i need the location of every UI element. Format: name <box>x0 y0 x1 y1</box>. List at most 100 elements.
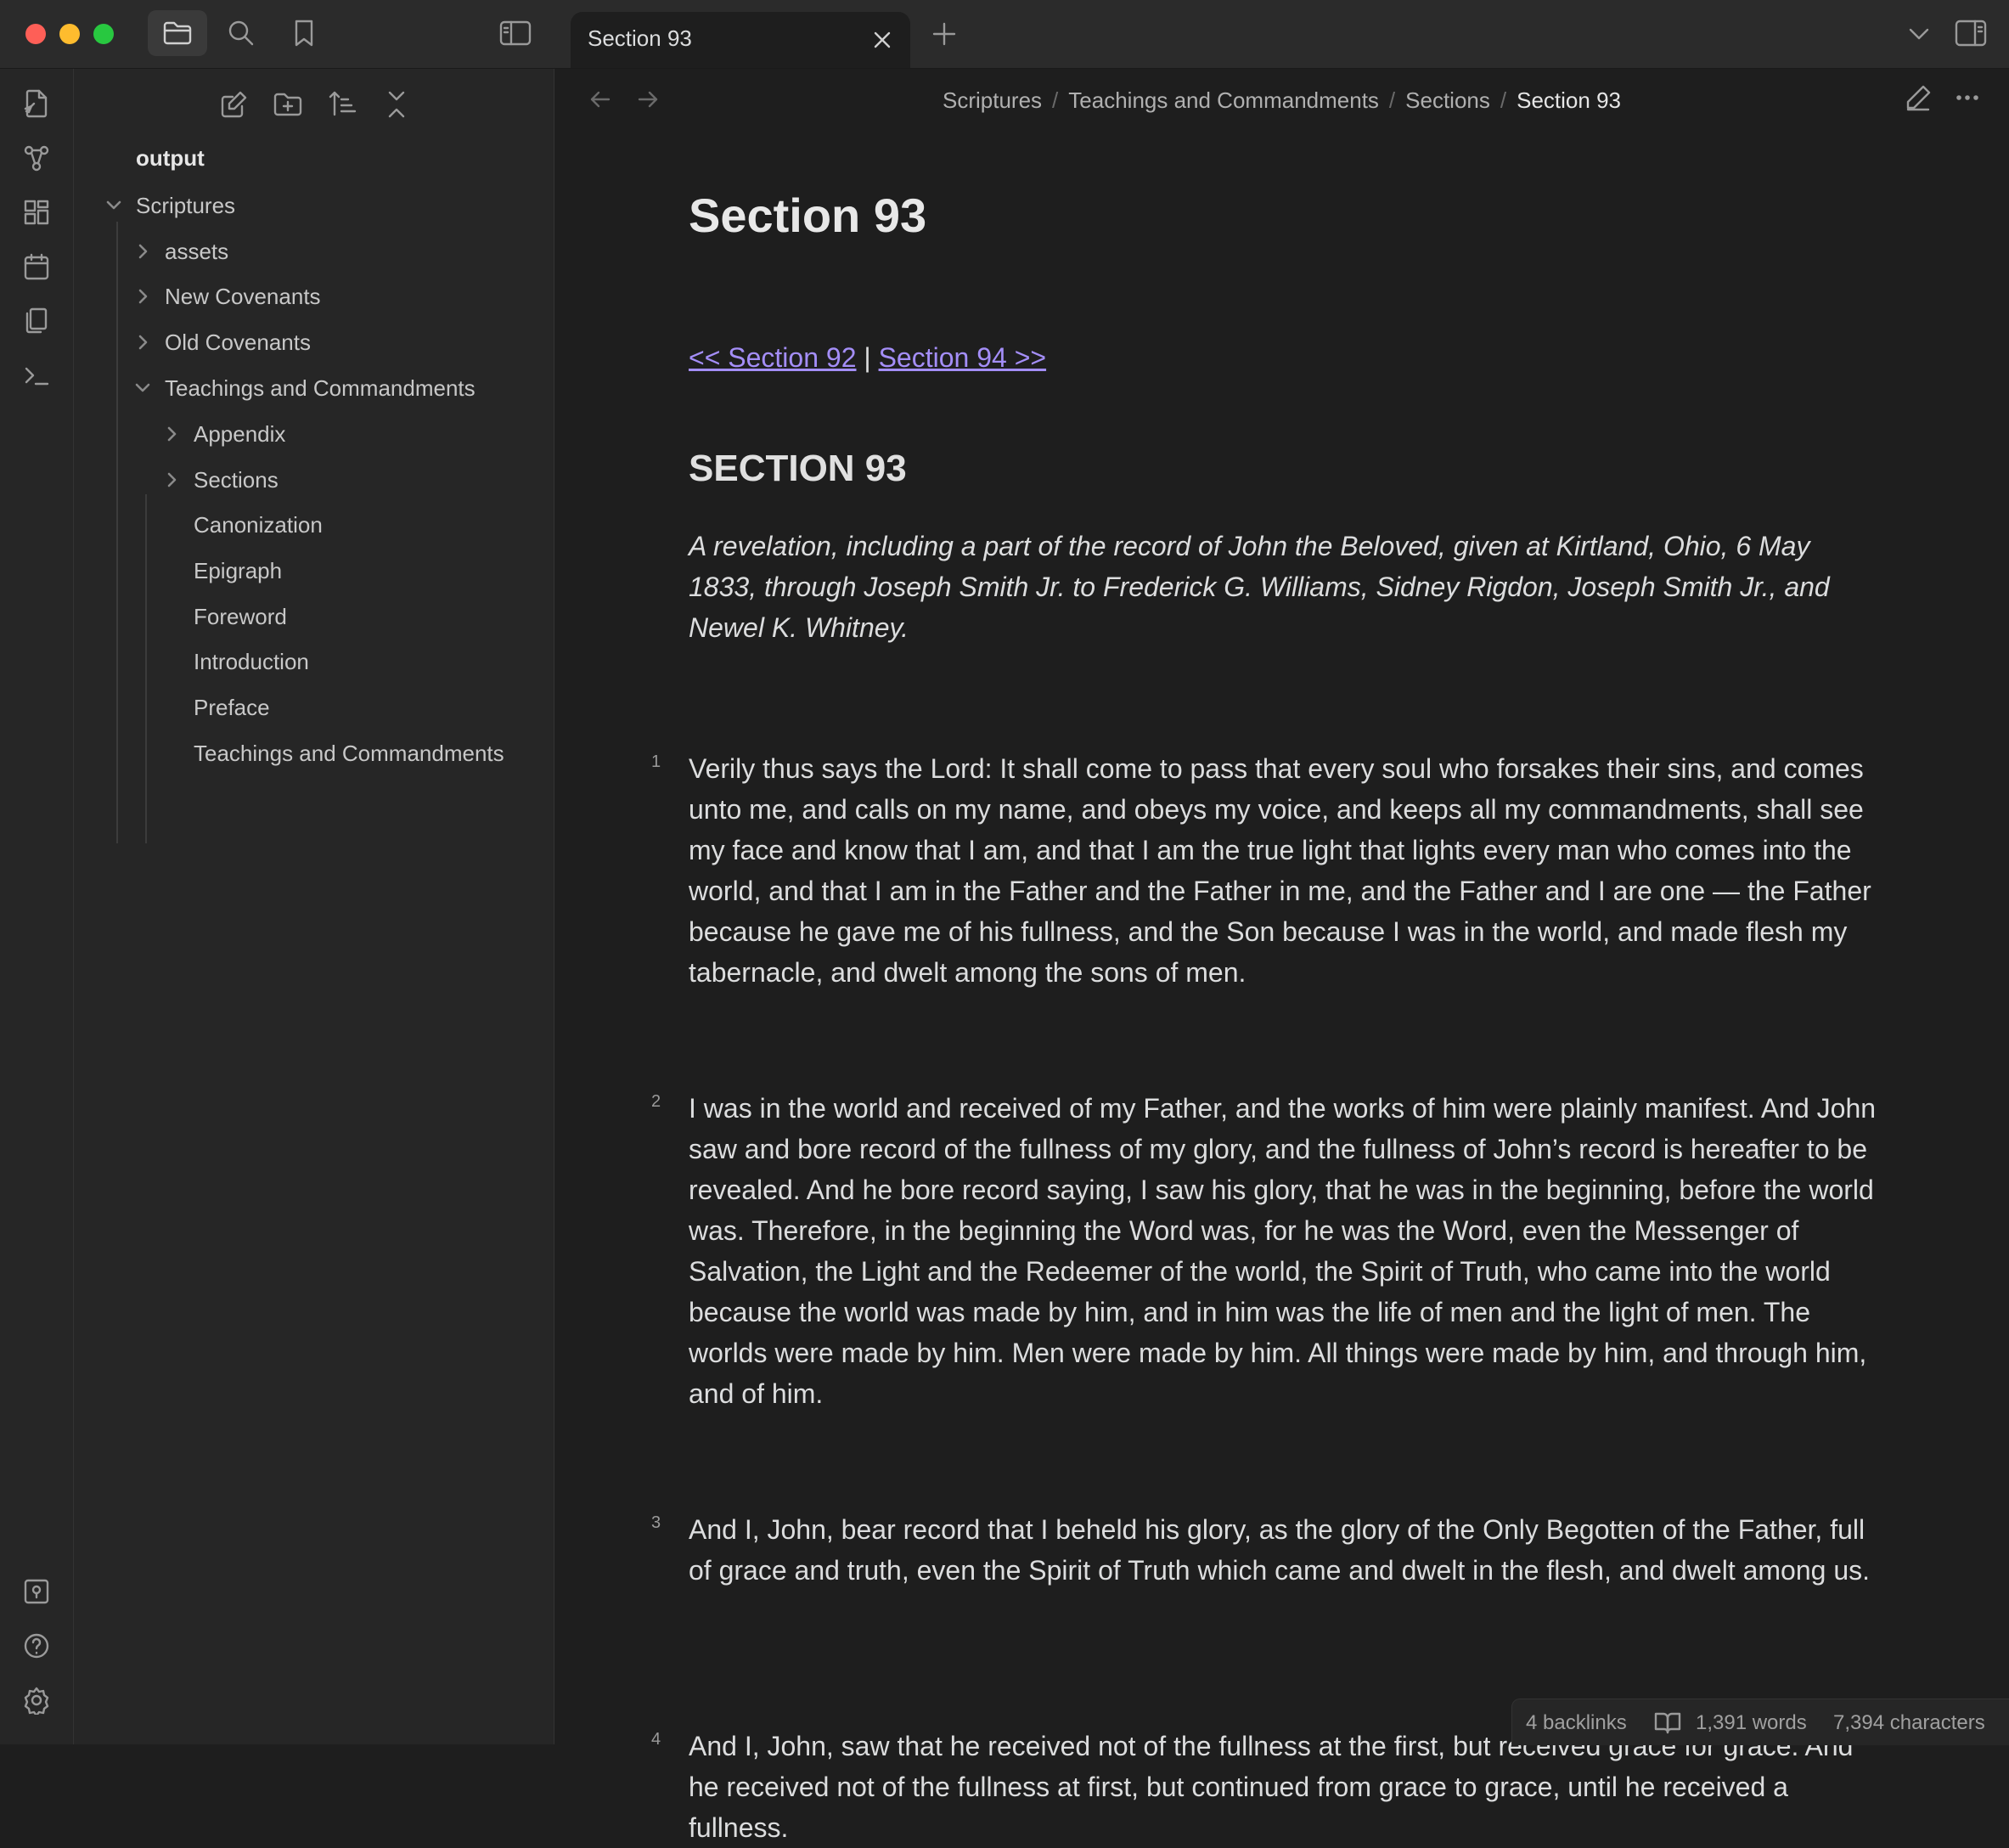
collapse-all-button[interactable] <box>378 86 415 123</box>
help-button[interactable] <box>19 1628 54 1664</box>
new-note-button[interactable] <box>215 86 252 123</box>
folder-new-covenants[interactable]: New Covenants <box>165 284 321 310</box>
daily-note-icon <box>24 253 49 280</box>
editor-pane: Scriptures / Teachings and Commandments / Se… <box>554 69 2009 1843</box>
verse-number: 1 <box>651 752 661 771</box>
verse-text: Verily thus says the Lord: It shall come… <box>689 753 1871 988</box>
canvas-icon <box>24 200 49 225</box>
folder-sections[interactable]: Sections <box>194 467 279 493</box>
breadcrumb-separator: / <box>1388 87 1396 113</box>
breadcrumb-teachings-and-commandments[interactable]: Teachings and Commandments <box>1068 87 1379 113</box>
canvas-button[interactable] <box>19 194 54 230</box>
window-maximize-button[interactable] <box>93 24 114 44</box>
folder-scriptures[interactable]: Scriptures <box>136 193 235 219</box>
verse-number: 3 <box>651 1513 661 1532</box>
daily-note-button[interactable] <box>19 249 54 285</box>
chevron-down-icon[interactable] <box>133 379 152 397</box>
more-options-button[interactable] <box>1952 82 1986 116</box>
templates-icon <box>25 307 48 334</box>
folder-appendix[interactable]: Appendix <box>194 421 285 448</box>
section-summary: A revelation, including a part of the re… <box>689 531 1830 643</box>
section-heading: SECTION 93 <box>689 448 907 489</box>
close-tab-button[interactable] <box>871 29 893 51</box>
plus-icon <box>932 22 956 46</box>
folder-old-covenants[interactable]: Old Covenants <box>165 330 311 356</box>
file-foreword[interactable]: Foreword <box>194 604 287 630</box>
title-bar: Section 93 <box>0 0 2009 69</box>
tab-list-button[interactable] <box>1904 19 1934 49</box>
right-sidebar-icon <box>1955 20 1987 47</box>
graph-view-icon <box>24 145 49 172</box>
verse: 3 And I, John, bear record that I beheld… <box>651 1509 1877 1591</box>
file-preface[interactable]: Preface <box>194 695 270 721</box>
verse-text: And I, John, bear record that I beheld h… <box>689 1514 1871 1586</box>
status-bar: 4 backlinks 1,391 words 7,394 characters <box>1511 1699 2009 1745</box>
tab-title: Section 93 <box>588 25 692 51</box>
new-folder-button[interactable] <box>269 86 307 123</box>
files-tab-button[interactable] <box>148 10 207 56</box>
backlinks-count[interactable]: 4 backlinks <box>1526 1711 1627 1735</box>
search-tab-button[interactable] <box>216 10 267 56</box>
terminal-button[interactable] <box>19 358 54 393</box>
sort-button[interactable] <box>324 86 361 123</box>
help-icon <box>24 1633 49 1659</box>
close-icon <box>874 31 891 48</box>
settings-button[interactable] <box>19 1682 54 1718</box>
folder-teachings-and-commandments[interactable]: Teachings and Commandments <box>165 375 476 402</box>
open-quick-switcher-icon <box>24 89 48 118</box>
search-icon <box>228 20 254 46</box>
terminal-icon <box>25 367 49 386</box>
chevron-right-icon[interactable] <box>162 425 181 443</box>
templates-button[interactable] <box>19 303 54 339</box>
character-count: 7,394 characters <box>1833 1711 1985 1734</box>
folder-assets[interactable]: assets <box>165 239 228 265</box>
breadcrumb-current[interactable]: Section 93 <box>1517 87 1621 113</box>
bookmarks-tab-button[interactable] <box>279 10 329 56</box>
chevron-right-icon[interactable] <box>133 242 152 261</box>
edit-mode-button[interactable] <box>1903 82 1937 116</box>
chevron-right-icon[interactable] <box>162 470 181 489</box>
toggle-left-sidebar-button[interactable] <box>489 10 542 56</box>
tree-indent-guide <box>145 494 147 843</box>
window-close-button[interactable] <box>25 24 46 44</box>
vault-name[interactable]: output <box>136 145 205 172</box>
chevron-right-icon[interactable] <box>133 333 152 352</box>
open-quick-switcher-button[interactable] <box>19 86 54 121</box>
tab-section-93[interactable]: Section 93 <box>571 12 910 68</box>
file-epigraph[interactable]: Epigraph <box>194 558 282 584</box>
breadcrumb: Scriptures / Teachings and Commandments / Se… <box>554 87 2009 114</box>
next-section-link[interactable]: Section 94 >> <box>879 342 1046 373</box>
sidebar-toggle-icon <box>499 20 532 46</box>
link-divider: | <box>864 342 871 373</box>
vault-switcher-button[interactable] <box>19 1574 54 1609</box>
breadcrumb-separator: / <box>1052 87 1059 113</box>
verse: 2 I was in the world and received of my … <box>651 1088 1877 1414</box>
more-horizontal-icon <box>1956 95 1978 100</box>
verse-text: I was in the world and received of my Fa… <box>689 1093 1877 1409</box>
reading-mode-button[interactable] <box>1653 1710 1682 1735</box>
book-open-icon <box>1654 1712 1681 1734</box>
breadcrumb-sections[interactable]: Sections <box>1405 87 1490 113</box>
new-folder-icon <box>273 93 302 116</box>
collapse-all-icon <box>388 91 405 118</box>
graph-view-button[interactable] <box>19 140 54 176</box>
settings-icon <box>24 1687 49 1715</box>
chevron-down-icon[interactable] <box>104 196 123 215</box>
word-count: 1,391 words <box>1696 1711 1807 1734</box>
new-note-icon <box>221 91 247 118</box>
verse-number: 4 <box>651 1730 661 1749</box>
ribbon <box>0 69 74 1744</box>
file-canonization[interactable]: Canonization <box>194 512 323 538</box>
toggle-right-sidebar-button[interactable] <box>1953 15 1989 51</box>
new-tab-button[interactable] <box>927 17 961 51</box>
file-introduction[interactable]: Introduction <box>194 649 309 675</box>
file-teachings-and-commandments[interactable]: Teachings and Commandments <box>194 741 504 767</box>
tree-indent-guide <box>116 222 118 843</box>
previous-section-link[interactable]: << Section 92 <box>689 342 856 373</box>
pencil-icon <box>1906 85 1931 111</box>
breadcrumb-scriptures[interactable]: Scriptures <box>943 87 1042 113</box>
breadcrumb-separator: / <box>1500 87 1507 113</box>
verse-text: And I, John, saw that he received not of… <box>689 1731 1854 1843</box>
chevron-right-icon[interactable] <box>133 287 152 306</box>
window-minimize-button[interactable] <box>59 24 80 44</box>
